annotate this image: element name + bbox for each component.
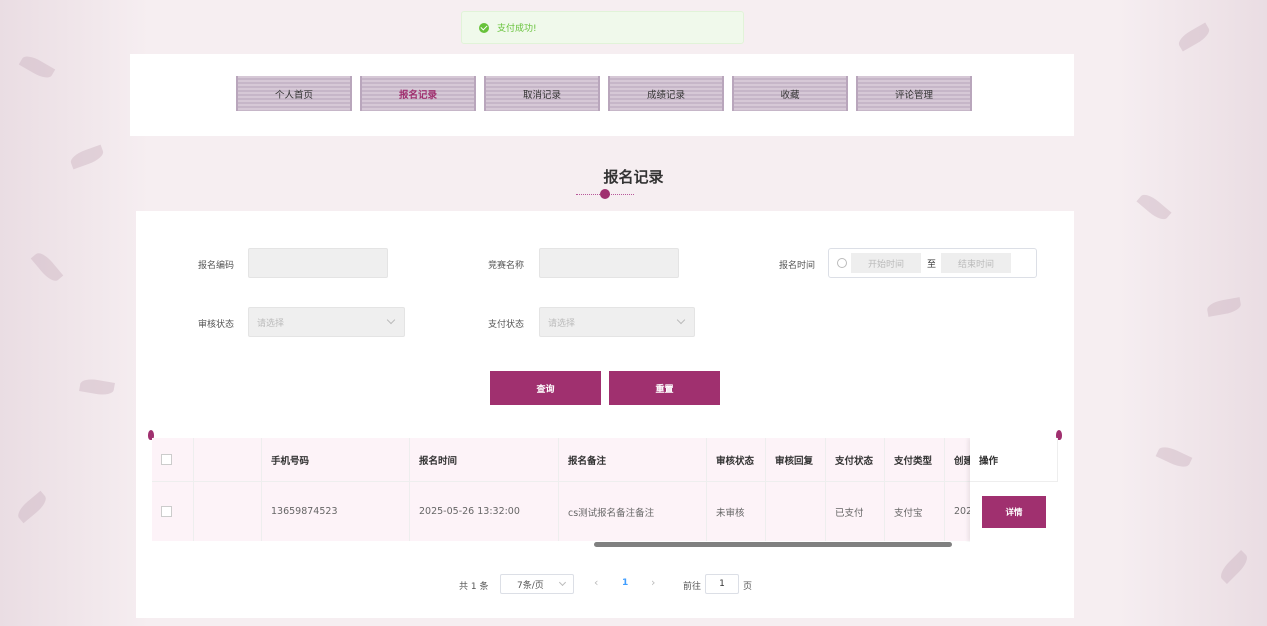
table-cell-phone: 13659874523 bbox=[262, 482, 410, 541]
date-range-picker[interactable]: 开始时间 至 结束时间 bbox=[828, 248, 1037, 278]
pay-status-select[interactable]: 请选择 bbox=[539, 307, 695, 337]
competition-name-input[interactable] bbox=[539, 248, 679, 278]
row-checkbox[interactable] bbox=[161, 506, 172, 517]
table-header-pay-status: 支付状态 bbox=[826, 438, 885, 482]
table-header-pay-type: 支付类型 bbox=[885, 438, 945, 482]
total-count: 共 1 条 bbox=[459, 582, 489, 592]
current-page[interactable]: 1 bbox=[622, 578, 628, 588]
page-unit: 页 bbox=[743, 582, 753, 592]
start-time-field[interactable]: 开始时间 bbox=[851, 253, 921, 273]
background-right-decoration bbox=[1117, 0, 1267, 626]
table-header-phone: 手机号码 bbox=[262, 438, 410, 482]
nav-item-home[interactable]: 个人首页 bbox=[236, 76, 352, 111]
table-cell-pay-status: 已支付 bbox=[826, 482, 885, 541]
heart-icon bbox=[600, 189, 610, 199]
nav-item-scores[interactable]: 成绩记录 bbox=[608, 76, 724, 111]
table-cell-pay-type: 支付宝 bbox=[885, 482, 945, 541]
code-input[interactable] bbox=[248, 248, 388, 278]
clock-icon bbox=[837, 258, 847, 268]
table-cell-remark: cs测试报名备注备注 bbox=[559, 482, 707, 541]
pay-status-placeholder: 请选择 bbox=[548, 318, 576, 329]
table-header-time: 报名时间 bbox=[410, 438, 559, 482]
table-header-remark: 报名备注 bbox=[559, 438, 707, 482]
table-header-audit: 审核状态 bbox=[707, 438, 766, 482]
check-circle-icon bbox=[479, 22, 489, 33]
goto-label: 前往 bbox=[683, 582, 702, 592]
audit-status-select[interactable]: 请选择 bbox=[248, 307, 405, 337]
code-label: 报名编码 bbox=[198, 261, 235, 271]
nav-item-cancellations[interactable]: 取消记录 bbox=[484, 76, 600, 111]
chevron-down-icon bbox=[676, 315, 686, 325]
select-all-header bbox=[152, 438, 194, 482]
reset-button[interactable]: 重置 bbox=[609, 371, 720, 405]
background-left-decoration bbox=[0, 0, 150, 626]
prev-page-icon[interactable]: ‹ bbox=[594, 576, 598, 589]
table-cell-reply bbox=[766, 482, 826, 541]
page-size-select[interactable]: 7条/页 bbox=[500, 574, 574, 594]
fixed-action-column: 操作 详情 bbox=[970, 438, 1058, 542]
select-all-checkbox[interactable] bbox=[161, 454, 172, 465]
audit-label: 审核状态 bbox=[198, 320, 235, 330]
center-nav: 个人首页 报名记录 取消记录 成绩记录 收藏 评论管理 bbox=[236, 76, 980, 111]
end-time-field[interactable]: 结束时间 bbox=[941, 253, 1011, 273]
nav-item-registrations[interactable]: 报名记录 bbox=[360, 76, 476, 111]
success-toast: 支付成功! bbox=[461, 11, 744, 44]
audit-status-placeholder: 请选择 bbox=[257, 318, 285, 329]
toast-message: 支付成功! bbox=[497, 24, 537, 34]
nav-item-favorites[interactable]: 收藏 bbox=[732, 76, 848, 111]
table-cell-audit: 未审核 bbox=[707, 482, 766, 541]
chevron-down-icon bbox=[386, 315, 396, 325]
table-cell-index bbox=[194, 482, 262, 541]
pay-label: 支付状态 bbox=[488, 320, 525, 330]
table-header-index bbox=[194, 438, 262, 482]
page-title: 报名记录 bbox=[603, 168, 664, 186]
row-select-cell bbox=[152, 482, 194, 541]
nav-item-comments[interactable]: 评论管理 bbox=[856, 76, 972, 111]
table-cell-time: 2025-05-26 13:32:00 bbox=[410, 482, 559, 541]
time-label: 报名时间 bbox=[779, 261, 816, 271]
table-header-reply: 审核回复 bbox=[766, 438, 826, 482]
name-label: 竞赛名称 bbox=[488, 261, 525, 271]
goto-page-input[interactable]: 1 bbox=[705, 574, 739, 594]
next-page-icon[interactable]: › bbox=[651, 576, 655, 589]
horizontal-scrollbar[interactable] bbox=[594, 542, 952, 547]
query-button[interactable]: 查询 bbox=[490, 371, 601, 405]
chevron-down-icon bbox=[558, 578, 567, 587]
range-separator: 至 bbox=[927, 260, 937, 270]
table-header-action: 操作 bbox=[970, 438, 1058, 482]
detail-button[interactable]: 详情 bbox=[982, 496, 1046, 528]
registration-table: 手机号码 报名时间 报名备注 审核状态 审核回复 支付状态 支付类型 创建 13… bbox=[152, 438, 1058, 542]
page-size-value: 7条/页 bbox=[517, 580, 544, 591]
title-decoration bbox=[576, 189, 634, 199]
